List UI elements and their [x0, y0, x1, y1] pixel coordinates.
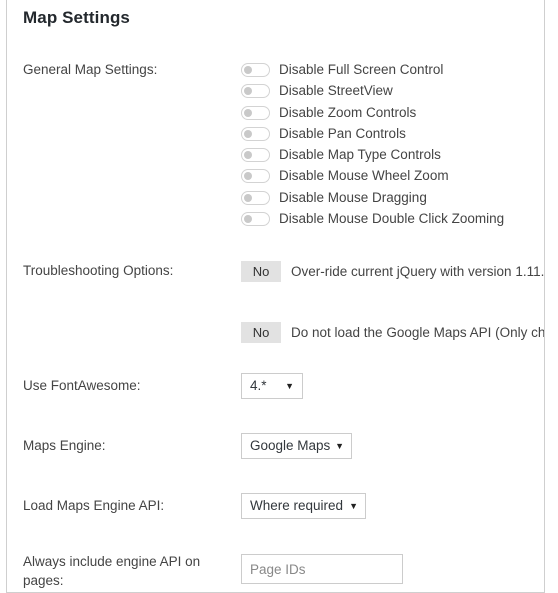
fontawesome-field: 4.* ▼	[241, 373, 303, 404]
select-maps-engine[interactable]: Google Maps ▼	[241, 433, 352, 459]
toggle-label: Disable Mouse Wheel Zoom	[279, 168, 449, 184]
toggle-switch-icon[interactable]	[241, 63, 270, 77]
toggle-switch-icon[interactable]	[241, 190, 270, 205]
toggle-label: Disable Full Screen Control	[279, 62, 444, 77]
chevron-down-icon: ▼	[349, 501, 358, 511]
toggle-label: Disable Map Type Controls	[279, 147, 441, 163]
toggle-switch-icon[interactable]	[241, 169, 270, 184]
toggle-switch-icon[interactable]	[241, 212, 270, 227]
label-use-fontawesome: Use FontAwesome:	[23, 378, 141, 393]
load-maps-engine-api-field: Where required ▼	[241, 493, 366, 524]
toggle-label: Disable Mouse Dragging	[279, 189, 427, 205]
select-value: Google Maps	[250, 438, 331, 453]
toggle-label: Disable Pan Controls	[279, 125, 406, 141]
no-toggle-button[interactable]: No	[241, 322, 281, 343]
label-general-map-settings: General Map Settings:	[23, 62, 158, 77]
chevron-down-icon: ▼	[285, 381, 294, 391]
map-settings-panel: Map Settings General Map Settings: Disab…	[6, 0, 545, 593]
label-always-include-engine-api: Always include engine API on pages:	[23, 554, 201, 588]
no-toggle-label: Over-ride current jQuery with version 1.…	[291, 264, 545, 279]
no-toggle-label: Do not load the Google Maps API (Only ch…	[291, 325, 545, 340]
label-maps-engine: Maps Engine:	[23, 438, 106, 453]
always-include-engine-api-field	[241, 554, 403, 584]
chevron-down-icon: ▼	[335, 441, 344, 451]
toggle-switch-icon[interactable]	[241, 105, 270, 120]
toggle-knob-icon	[244, 215, 252, 224]
toggle-switch-icon[interactable]	[241, 126, 270, 141]
page-title: Map Settings	[23, 8, 130, 27]
toggle-label: Disable StreetView	[279, 83, 393, 99]
toggle-knob-icon	[244, 66, 252, 74]
no-toggle-button[interactable]: No	[241, 261, 281, 282]
page-ids-input[interactable]	[241, 554, 403, 584]
toggle-knob-icon	[244, 108, 252, 117]
toggle-switch-icon[interactable]	[241, 84, 270, 99]
toggle-knob-icon	[244, 193, 252, 202]
toggle-knob-icon	[244, 172, 252, 181]
toggle-label: Disable Mouse Double Click Zooming	[279, 211, 505, 227]
select-value: 4.*	[250, 378, 267, 393]
toggle-switch-icon[interactable]	[241, 148, 270, 163]
maps-engine-field: Google Maps ▼	[241, 433, 352, 464]
label-load-maps-engine-api: Load Maps Engine API:	[23, 498, 165, 513]
label-troubleshooting-options: Troubleshooting Options:	[23, 263, 174, 278]
toggle-knob-icon	[244, 129, 252, 138]
select-value: Where required	[250, 498, 344, 513]
toggle-label: Disable Zoom Controls	[279, 104, 417, 120]
select-load-maps-engine-api[interactable]: Where required ▼	[241, 493, 366, 519]
toggle-knob-icon	[244, 87, 252, 96]
toggle-knob-icon	[244, 151, 252, 160]
select-fontawesome-version[interactable]: 4.* ▼	[241, 373, 303, 399]
